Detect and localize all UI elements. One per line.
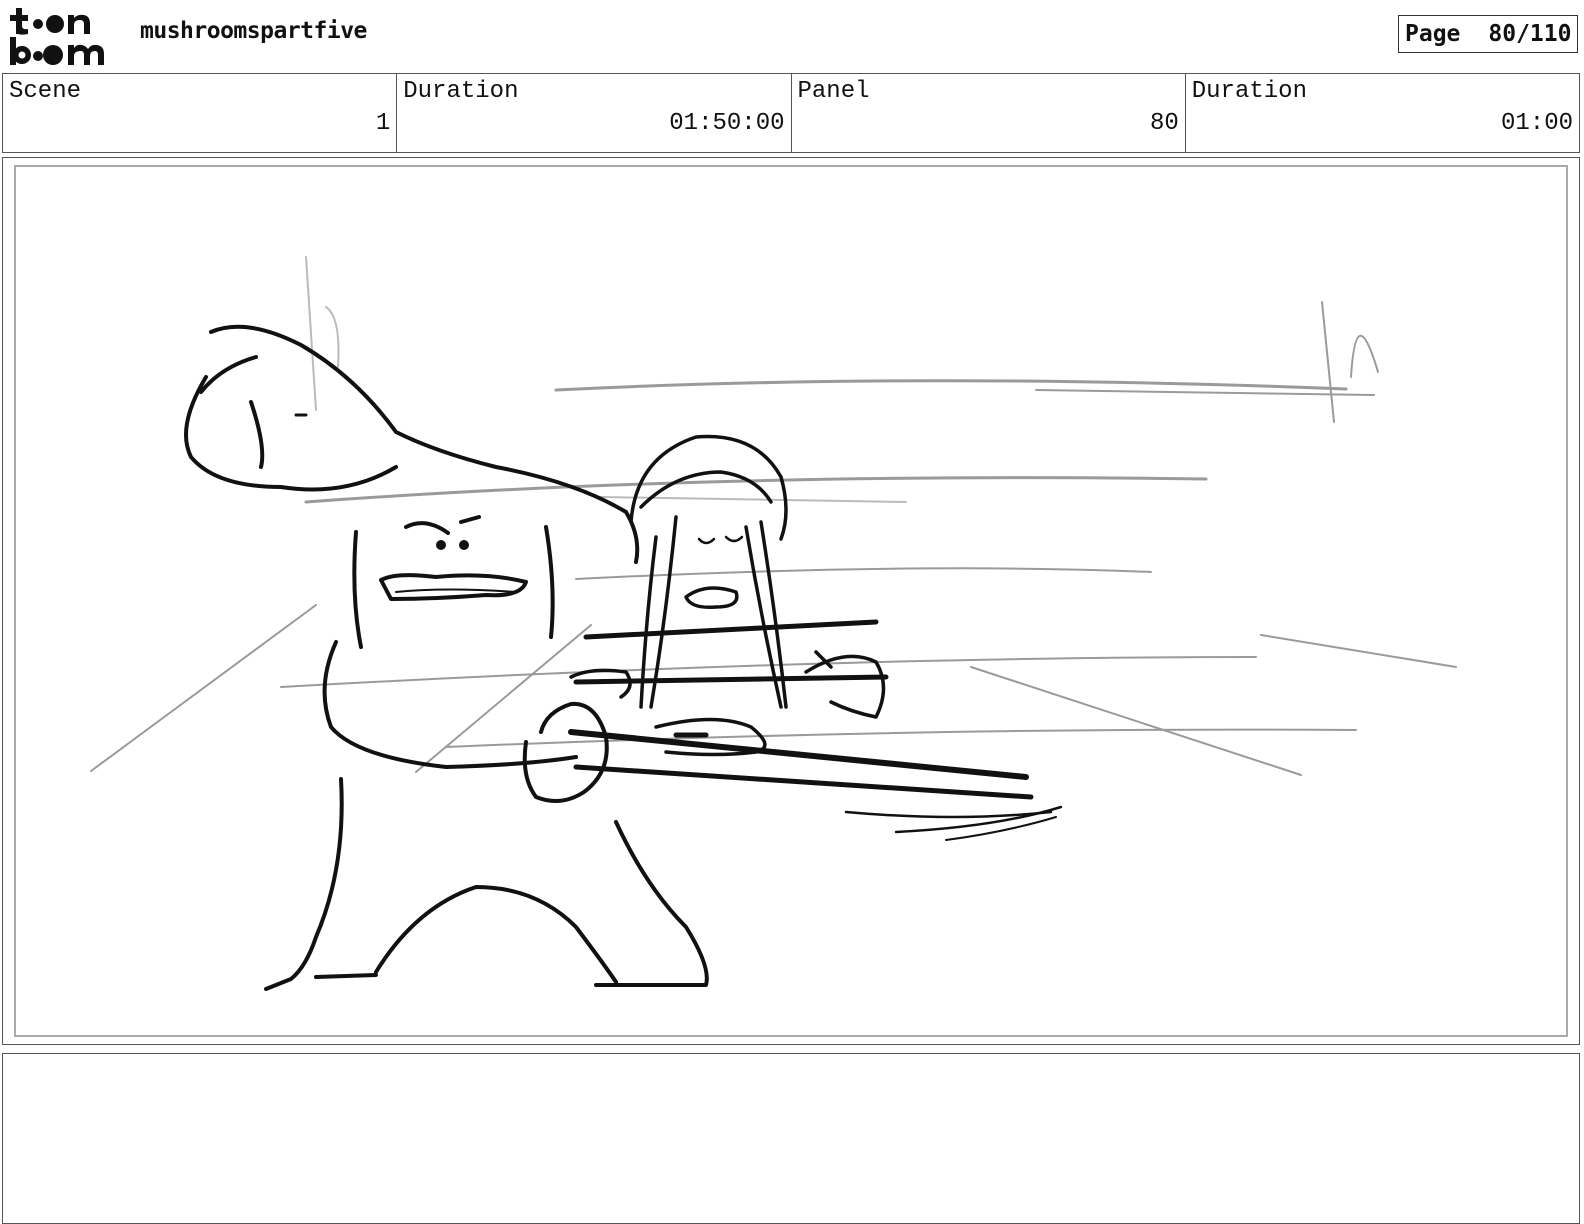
scene-cell: Scene 1 (3, 74, 398, 152)
scene-duration-label: Duration (403, 78, 519, 105)
panel-cell: Panel 80 (792, 74, 1186, 152)
panel-image (14, 165, 1568, 1037)
storyboard-sketch (90, 256, 1457, 991)
page-label: Page (1405, 21, 1461, 47)
toon-boom-logo (6, 4, 118, 66)
panel-notes (2, 1053, 1580, 1224)
panel-duration-cell: Duration 01:00 (1186, 74, 1579, 152)
scene-info-bar: Scene 1 Duration 01:50:00 Panel 80 Durat… (2, 73, 1580, 153)
panel-duration-label: Duration (1191, 78, 1307, 105)
panel-frame (2, 157, 1580, 1045)
scene-duration-cell: Duration 01:50:00 (397, 74, 792, 152)
page-indicator: Page 80/110 (1398, 15, 1578, 53)
page-number: 80/110 (1488, 21, 1572, 47)
panel-value: 80 (1149, 110, 1179, 137)
scene-value: 1 (375, 110, 391, 137)
panel-duration-value: 01:00 (1500, 110, 1573, 137)
scene-label: Scene (9, 78, 82, 105)
project-title: mushroomspartfive (140, 18, 367, 44)
scene-duration-value: 01:50:00 (669, 110, 785, 137)
toon-boom-logo-mark (10, 8, 104, 65)
panel-label: Panel (797, 78, 870, 105)
